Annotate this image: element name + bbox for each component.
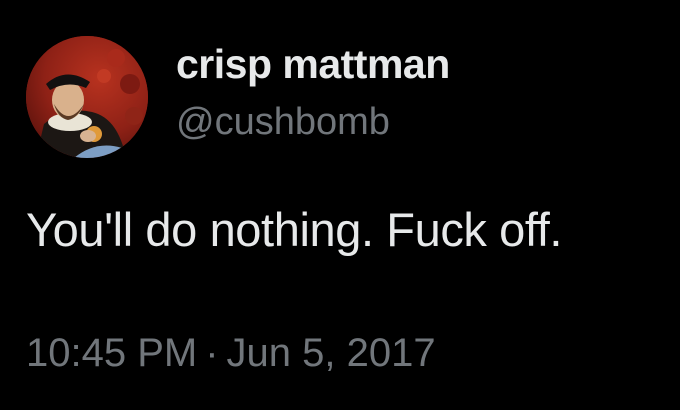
display-name[interactable]: crisp mattman (176, 38, 656, 90)
tweet-date: Jun 5, 2017 (226, 331, 436, 375)
avatar-image (26, 36, 148, 158)
tweet-text: You'll do nothing. Fuck off. (26, 203, 563, 256)
timestamp-separator: · (205, 331, 219, 375)
author-block: crisp mattman @cushbomb (176, 38, 656, 146)
tweet-time: 10:45 PM (26, 331, 198, 375)
tweet-timestamp[interactable]: 10:45 PM · Jun 5, 2017 (26, 328, 436, 378)
user-handle[interactable]: @cushbomb (176, 98, 656, 146)
avatar[interactable] (26, 36, 148, 158)
tweet: crisp mattman @cushbomb You'll do nothin… (0, 0, 680, 410)
